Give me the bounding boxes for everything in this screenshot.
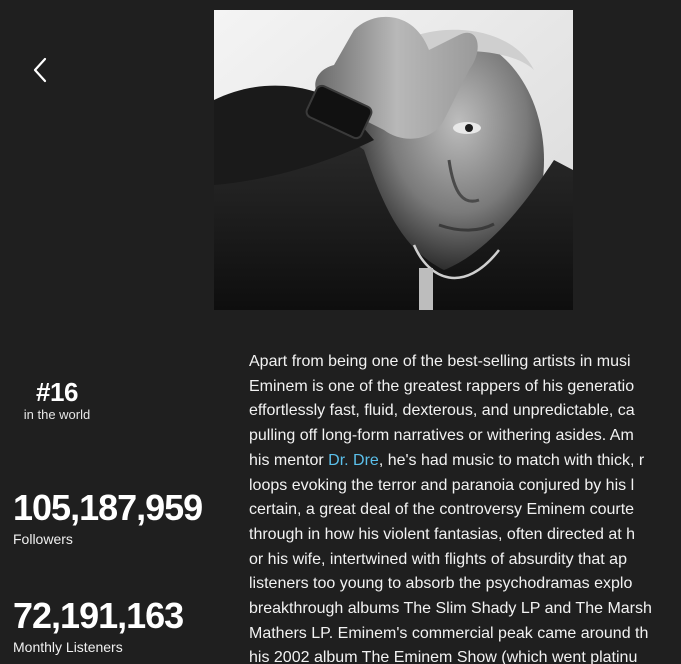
monthly-listeners-label: Monthly Listeners [13,639,123,655]
world-rank: #16 in the world [14,377,100,422]
followers-count: 105,187,959 [13,487,203,528]
bio-line: Apart from being one of the best-selling… [249,353,631,370]
bio-text: his mentor [249,451,329,469]
bio-line: or his wife, intertwined with flights of… [249,550,627,568]
rank-caption: in the world [23,407,91,422]
dr-dre-link[interactable]: Dr. Dre [328,452,379,469]
artist-biography: Apart from being one of the best-selling… [249,350,681,664]
bio-line: breakthrough albums The Slim Shady LP an… [249,600,652,618]
followers-stat: 105,187,959 Followers [13,487,203,548]
bio-text: , he's had music to match with thick, r [378,451,645,469]
bio-line: certain, a great deal of the controversy… [249,501,635,519]
bio-line: listeners too young to absorb the psycho… [249,575,633,593]
bio-line: Eminem is one of the greatest rappers of… [249,377,635,395]
bio-line-with-link: his mentor Dr. Dre, he's had music to ma… [249,449,681,474]
artist-photo [214,10,573,310]
bio-line: pulling off long-form narratives or with… [249,427,634,445]
bio-line: loops evoking the terror and paranoia co… [249,476,635,494]
bio-line: Mathers LP. Eminem's commercial peak cam… [249,624,649,642]
bio-line: his 2002 album The Eminem Show (which we… [249,649,638,664]
bio-line: through in how his violent fantasias, of… [249,525,636,543]
rank-number: #16 [36,377,78,407]
monthly-listeners-stat: 72,191,163 Monthly Listeners [13,595,184,656]
chevron-left-icon [33,57,47,83]
followers-label: Followers [13,531,73,547]
bio-line: effortlessly fast, fluid, dexterous, and… [249,402,635,420]
back-button[interactable] [26,56,54,84]
monthly-listeners-count: 72,191,163 [13,595,184,636]
